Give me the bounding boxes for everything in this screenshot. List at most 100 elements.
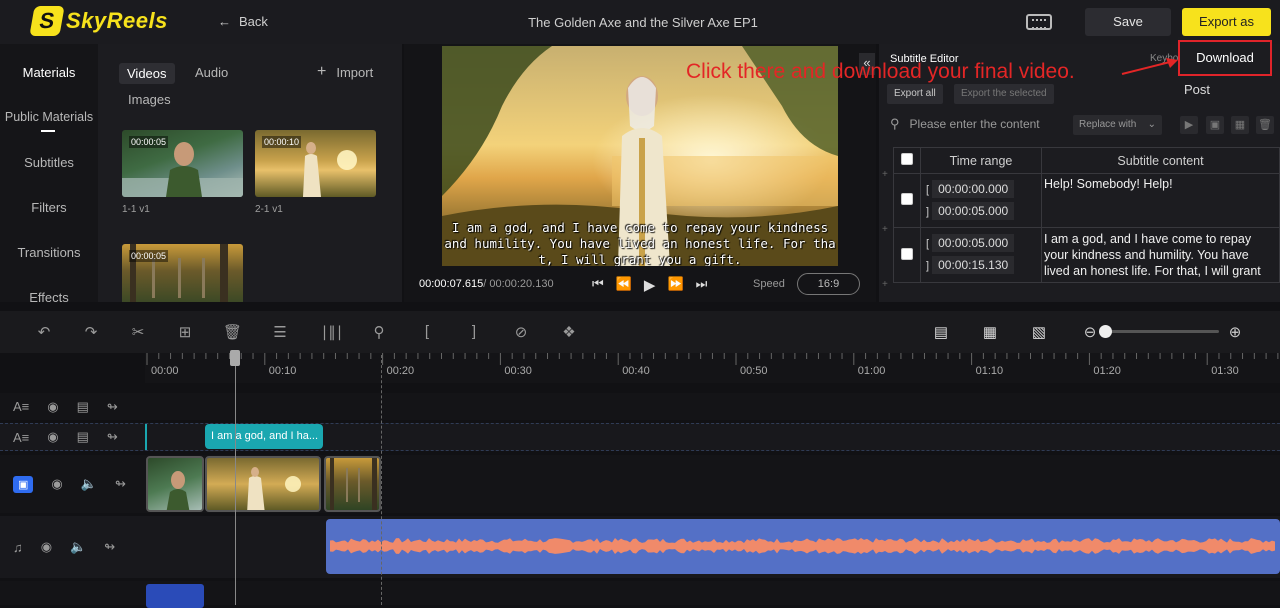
skip-start-icon[interactable]: ⏮	[592, 276, 604, 294]
audio-clip[interactable]	[326, 519, 1280, 574]
video-clip[interactable]	[324, 456, 381, 512]
row-checkbox[interactable]	[901, 193, 913, 205]
extra-track	[0, 581, 1280, 608]
trim-end-icon[interactable]: ]	[465, 323, 483, 340]
format-icon[interactable]: ▦	[981, 323, 999, 341]
sidebar-item-subtitles[interactable]: Subtitles	[0, 155, 98, 170]
waveform-icon[interactable]: ∣∥∣	[320, 323, 344, 341]
trash-icon[interactable]: 🗑	[223, 323, 242, 341]
playhead-handle[interactable]	[230, 350, 240, 366]
tab-audio[interactable]: Audio	[195, 65, 228, 80]
speed-icon[interactable]: ⊘	[512, 323, 530, 341]
align-track-icon[interactable]: ▤	[932, 323, 950, 341]
export-as-button[interactable]: Export as	[1182, 8, 1271, 36]
marker-icon[interactable]: ⚲	[370, 323, 388, 341]
trash-icon[interactable]: 🗑	[1256, 116, 1274, 134]
start-time-field[interactable]: 00:00:05.000	[932, 234, 1015, 252]
clip-duration: 00:00:05	[129, 250, 169, 262]
post-menu-item[interactable]: Post	[1184, 82, 1210, 97]
skip-end-icon[interactable]: ⏭	[696, 276, 708, 294]
annotation-arrow-icon	[1121, 58, 1178, 75]
video-thumbnail[interactable]: 00:00:05	[122, 130, 243, 197]
sidebar-item-materials[interactable]: Materials	[0, 65, 98, 80]
sidebar-item-transitions[interactable]: Transitions	[0, 245, 98, 260]
fast-forward-icon[interactable]: ⏩	[667, 276, 683, 294]
tab-images[interactable]: Images	[128, 92, 171, 107]
video-thumbnail[interactable]: 00:00:10	[255, 130, 376, 197]
split-icon[interactable]: ▦	[1231, 116, 1249, 134]
clip-marker	[145, 424, 147, 450]
aspect-ratio-button[interactable]: 16:9	[797, 273, 860, 295]
subtitle-icon[interactable]: ▤	[77, 399, 89, 415]
add-row-icon[interactable]: +	[882, 169, 888, 180]
replace-dropdown[interactable]: Replace with ⌄	[1073, 115, 1162, 135]
ruler-label: 00:10	[268, 365, 297, 377]
search-input[interactable]: Please enter the content	[910, 117, 1040, 131]
undo-icon[interactable]: ↶	[35, 323, 53, 341]
video-clip[interactable]	[146, 456, 204, 512]
eye-icon[interactable]: ◉	[41, 539, 52, 555]
ruler-label: 01:10	[975, 365, 1004, 377]
subtitle-text-cell[interactable]: Help! Somebody! Help!	[1041, 173, 1280, 228]
end-time-field[interactable]: 00:00:05.000	[932, 202, 1015, 220]
export-selected-button[interactable]: Export the selected	[954, 84, 1054, 104]
crop-icon[interactable]: ⊞	[176, 323, 194, 341]
split-track-icon[interactable]: ↬	[107, 399, 118, 415]
link-icon[interactable]: ❖	[560, 323, 578, 341]
back-button[interactable]: ← Back	[218, 14, 268, 29]
search-icon: ⚲	[890, 116, 900, 131]
merge-icon[interactable]: ▣	[1206, 116, 1224, 134]
scissors-icon[interactable]: ✂	[129, 323, 147, 341]
select-all-checkbox[interactable]	[901, 153, 913, 165]
playback-time: 00:00:07.615/ 00:00:20.130	[419, 278, 554, 290]
zoom-slider[interactable]	[1101, 330, 1219, 333]
import-button[interactable]: + Import	[317, 64, 373, 81]
clip-label: 2-1 v1	[255, 204, 283, 215]
play-icon[interactable]: ▶	[1180, 116, 1198, 134]
audio-waveform	[330, 538, 1275, 554]
export-menu: Download Post	[1178, 37, 1272, 107]
volume-icon[interactable]: 🔈	[70, 539, 86, 555]
trim-start-icon[interactable]: [	[418, 323, 436, 340]
sidebar-item-effects[interactable]: Effects	[0, 290, 98, 305]
subtitle-icon[interactable]: ▤	[77, 429, 89, 445]
audio-list-icon[interactable]: ☰	[271, 323, 289, 341]
play-icon[interactable]: ▶	[644, 276, 656, 294]
media-clip[interactable]	[146, 584, 204, 608]
row-checkbox[interactable]	[901, 247, 913, 260]
add-row-icon[interactable]: +	[882, 224, 888, 235]
speed-button[interactable]: Speed	[753, 278, 785, 290]
eye-icon[interactable]: ◉	[47, 429, 58, 445]
keyboard-icon[interactable]	[1026, 14, 1052, 30]
subtitle-clip[interactable]: I am a god, and I ha...	[205, 424, 323, 449]
subtitle-text-cell[interactable]: I am a god, and I have come to repay you…	[1041, 227, 1280, 283]
video-thumbnail[interactable]: 00:00:05	[122, 244, 243, 302]
start-time-field[interactable]: 00:00:00.000	[932, 180, 1015, 198]
current-time: 00:00:07.615	[419, 278, 484, 290]
end-time-field[interactable]: 00:00:15.130	[932, 256, 1015, 274]
redo-icon[interactable]: ↷	[82, 323, 100, 341]
replace-label: Replace with	[1079, 119, 1137, 130]
eye-icon[interactable]: ◉	[51, 476, 62, 492]
zoom-slider-handle[interactable]	[1099, 325, 1112, 338]
add-row-icon[interactable]: +	[882, 279, 888, 290]
tab-videos[interactable]: Videos	[119, 63, 175, 84]
split-track-icon[interactable]: ↬	[104, 539, 115, 555]
eye-icon[interactable]: ◉	[47, 399, 58, 415]
zoom-out-icon[interactable]: ⊖	[1081, 323, 1099, 341]
volume-icon[interactable]: 🔈	[81, 476, 97, 492]
split-track-icon[interactable]: ↬	[115, 476, 126, 492]
export-all-button[interactable]: Export all	[887, 84, 943, 104]
clip-duration: 00:00:05	[129, 136, 169, 148]
rewind-icon[interactable]: ⏪	[616, 276, 632, 294]
subtitle-search[interactable]: ⚲ Please enter the content	[890, 116, 1040, 132]
sidebar-item-filters[interactable]: Filters	[0, 200, 98, 215]
download-menu-item[interactable]: Download	[1178, 40, 1272, 76]
save-button[interactable]: Save	[1085, 8, 1171, 36]
magnet-icon[interactable]: ▧	[1030, 323, 1048, 341]
video-clip[interactable]	[205, 456, 321, 512]
playhead[interactable]	[235, 355, 236, 605]
sidebar-item-public-materials[interactable]: Public Materials	[0, 110, 98, 124]
split-track-icon[interactable]: ↬	[107, 429, 118, 445]
zoom-in-icon[interactable]: ⊕	[1226, 323, 1244, 341]
